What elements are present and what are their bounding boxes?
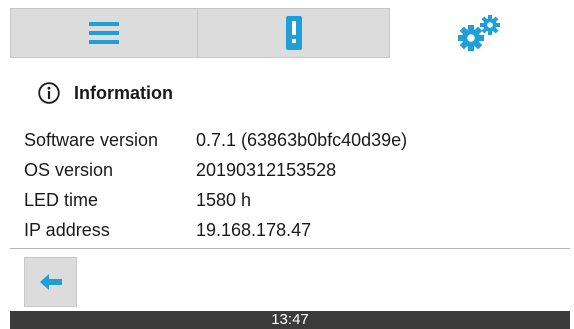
info-label: LED time: [24, 189, 99, 210]
info-label: Software version: [24, 129, 159, 150]
tab-menu[interactable]: [10, 8, 198, 58]
info-panel: Information Software version 0.7.1 (6386…: [10, 58, 570, 248]
alert-icon: [285, 16, 302, 50]
status-bar: 13:47: [10, 311, 570, 329]
back-button[interactable]: [24, 257, 77, 307]
info-row-led-time: LED time 1580 h: [24, 185, 407, 215]
menu-icon: [89, 22, 119, 44]
tab-bar: [10, 8, 570, 58]
info-label: OS version: [24, 159, 114, 180]
info-rows: Software version 0.7.1 (63863b0bfc40d39e…: [24, 125, 407, 245]
info-title: Information: [74, 82, 173, 103]
info-value: 1580 h: [196, 189, 252, 210]
info-icon: [38, 82, 60, 104]
info-row-software-version: Software version 0.7.1 (63863b0bfc40d39e…: [24, 125, 407, 155]
info-row-os-version: OS version 20190312153528: [24, 155, 407, 185]
back-arrow-icon: [39, 274, 62, 290]
info-row-ip-address: IP address 19.168.178.47: [24, 215, 407, 245]
divider: [10, 248, 570, 249]
info-value: 19.168.178.47: [196, 219, 312, 240]
info-label: IP address: [24, 219, 110, 240]
info-header: Information: [38, 82, 173, 104]
status-time: 13:47: [271, 311, 309, 328]
tab-alert[interactable]: [198, 8, 390, 58]
info-value: 20190312153528: [196, 159, 337, 180]
gears-icon: [458, 15, 500, 51]
info-value: 0.7.1 (63863b0bfc40d39e): [196, 129, 408, 150]
tab-settings[interactable]: [390, 8, 570, 58]
